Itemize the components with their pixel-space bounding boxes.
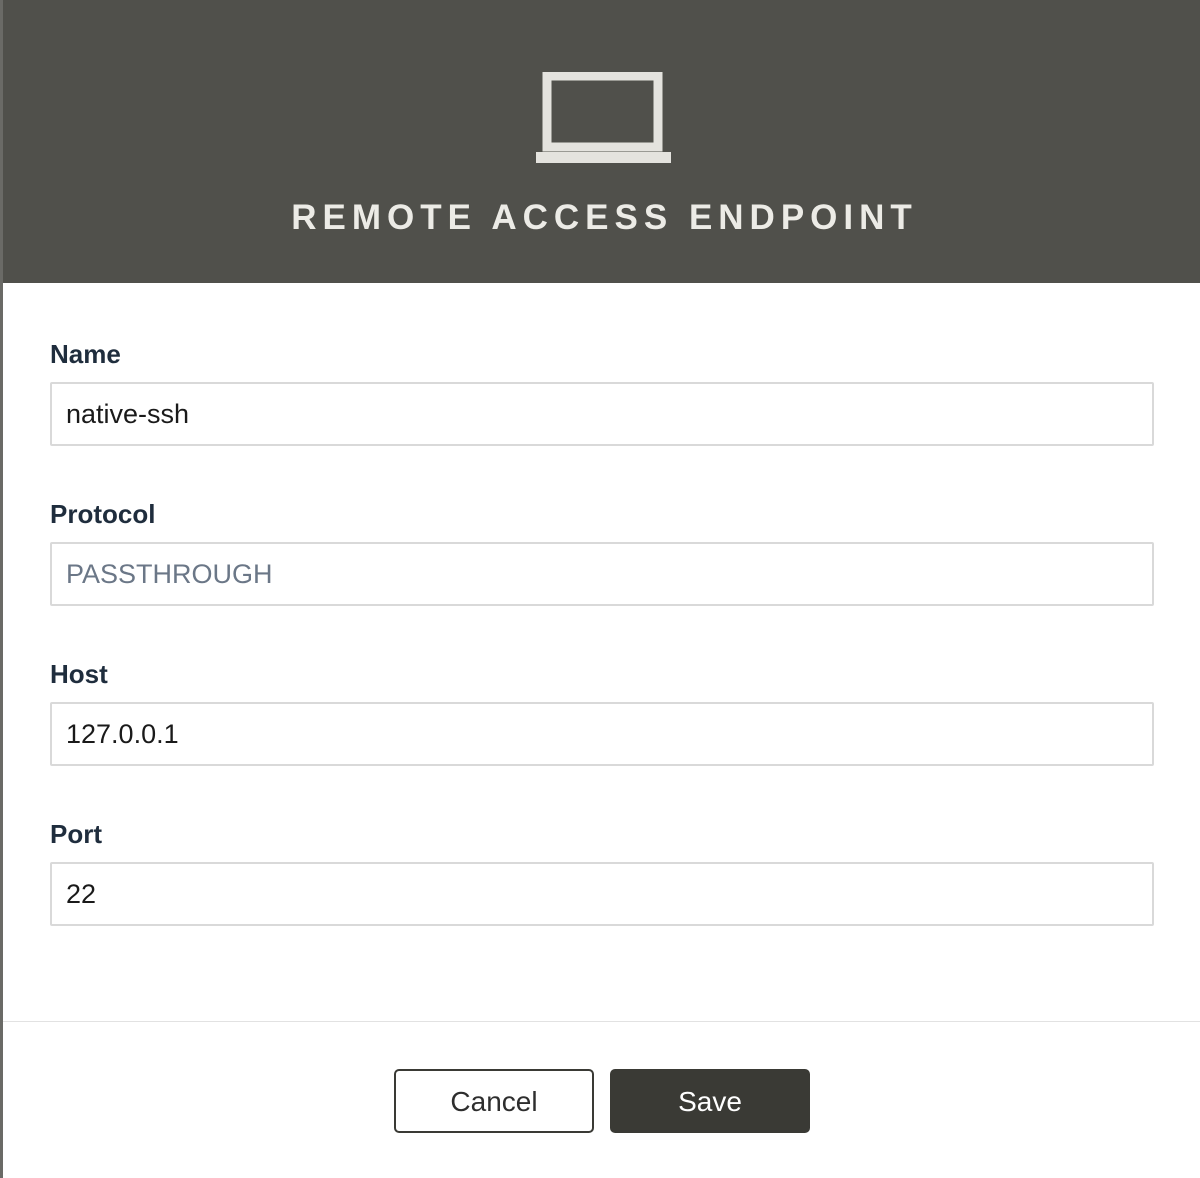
port-label: Port bbox=[50, 819, 102, 849]
name-field: Name bbox=[50, 338, 1154, 446]
laptop-icon bbox=[536, 72, 671, 163]
cancel-button[interactable]: Cancel bbox=[394, 1069, 594, 1133]
dialog-title: REMOTE ACCESS ENDPOINT bbox=[291, 198, 918, 237]
footer-divider bbox=[3, 1021, 1200, 1022]
host-input[interactable] bbox=[50, 702, 1154, 766]
remote-access-endpoint-dialog: REMOTE ACCESS ENDPOINT Name Protocol Hos… bbox=[0, 0, 1200, 1178]
port-input[interactable] bbox=[50, 862, 1154, 926]
host-field: Host bbox=[50, 658, 1154, 766]
protocol-field: Protocol bbox=[50, 498, 1154, 606]
port-field: Port bbox=[50, 818, 1154, 926]
name-input[interactable] bbox=[50, 382, 1154, 446]
name-label: Name bbox=[50, 339, 121, 369]
save-button[interactable]: Save bbox=[610, 1069, 810, 1133]
host-label: Host bbox=[50, 659, 108, 689]
protocol-input bbox=[50, 542, 1154, 606]
dialog-header: REMOTE ACCESS ENDPOINT bbox=[3, 0, 1200, 283]
protocol-label: Protocol bbox=[50, 499, 156, 529]
